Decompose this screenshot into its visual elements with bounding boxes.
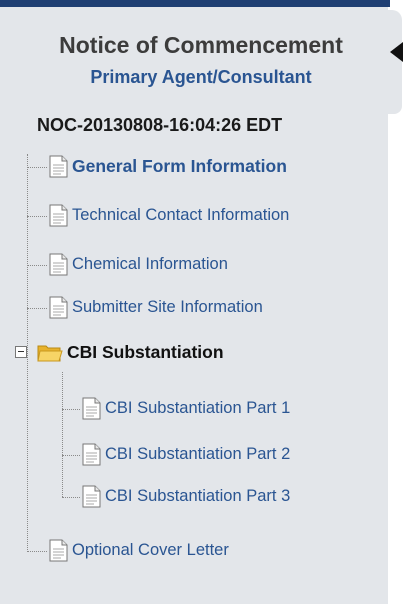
tree-connector bbox=[27, 551, 47, 552]
document-icon bbox=[49, 155, 68, 178]
tree-item-cbi-part-3[interactable]: CBI Substantiation Part 3 bbox=[82, 485, 290, 508]
tree-folder-cbi-substantiation[interactable]: CBI Substantiation bbox=[37, 342, 224, 363]
tree-connector bbox=[27, 154, 28, 550]
tree-item-label: CBI Substantiation Part 1 bbox=[105, 399, 291, 417]
document-icon bbox=[82, 397, 101, 420]
tree-connector bbox=[27, 216, 47, 217]
panel-tab-edge bbox=[384, 10, 402, 114]
document-icon bbox=[49, 296, 68, 319]
document-id: NOC-20130808-16:04:26 EDT bbox=[37, 115, 283, 135]
tree-connector bbox=[62, 409, 80, 410]
folder-open-icon bbox=[37, 343, 63, 363]
tree-connector bbox=[27, 308, 47, 309]
top-bar bbox=[0, 0, 390, 7]
page-title: Notice of Commencement bbox=[59, 32, 343, 58]
tree-connector bbox=[27, 265, 47, 266]
tree-item-technical-contact[interactable]: Technical Contact Information bbox=[49, 204, 289, 227]
collapse-minus-icon[interactable] bbox=[15, 346, 27, 358]
tree-item-label: Technical Contact Information bbox=[72, 206, 290, 224]
tree-connector bbox=[27, 167, 47, 168]
tree-item-general-form[interactable]: General Form Information bbox=[49, 155, 287, 178]
tree-connector bbox=[62, 497, 80, 498]
tree-item-label: General Form Information bbox=[72, 156, 287, 176]
document-icon bbox=[49, 253, 68, 276]
tree-item-label: CBI Substantiation Part 3 bbox=[105, 487, 291, 505]
document-icon bbox=[49, 539, 68, 562]
tree-item-label: Chemical Information bbox=[72, 255, 228, 273]
tree-connector bbox=[62, 455, 80, 456]
tree-item-label: Optional Cover Letter bbox=[72, 541, 229, 559]
tree-item-cbi-part-1[interactable]: CBI Substantiation Part 1 bbox=[82, 397, 290, 420]
tree-folder-label: CBI Substantiation bbox=[67, 342, 224, 362]
tree-item-chemical-info[interactable]: Chemical Information bbox=[49, 253, 228, 276]
document-icon bbox=[82, 485, 101, 508]
page-subtitle: Primary Agent/Consultant bbox=[90, 67, 312, 87]
tree-item-cbi-part-2[interactable]: CBI Substantiation Part 2 bbox=[82, 443, 290, 466]
tree-connector bbox=[62, 372, 63, 497]
tree-item-cover-letter[interactable]: Optional Cover Letter bbox=[49, 539, 229, 562]
tree-item-submitter-site[interactable]: Submitter Site Information bbox=[49, 296, 263, 319]
tree-item-label: Submitter Site Information bbox=[72, 298, 263, 316]
tree-item-label: CBI Substantiation Part 2 bbox=[105, 445, 291, 463]
document-icon bbox=[49, 204, 68, 227]
document-icon bbox=[82, 443, 101, 466]
